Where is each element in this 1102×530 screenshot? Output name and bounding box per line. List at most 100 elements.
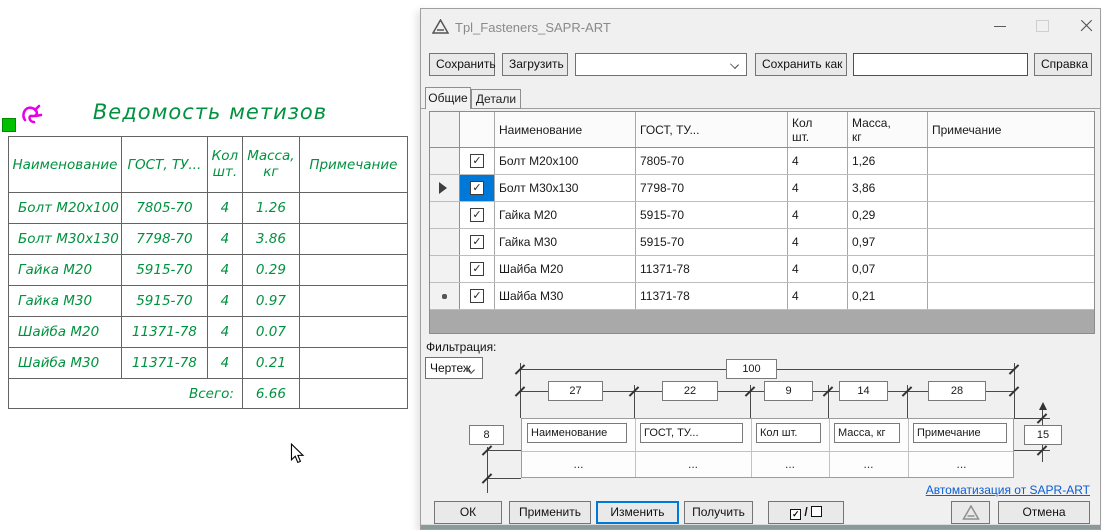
get-button[interactable]: Получить: [684, 501, 753, 524]
row-height-input[interactable]: 8: [469, 425, 504, 445]
checkbox-checked-icon[interactable]: ✓: [470, 181, 484, 195]
col-width-input-2[interactable]: 22: [662, 381, 718, 401]
cell-mass[interactable]: 3,86: [848, 175, 928, 201]
cell-gost[interactable]: 7798-70: [636, 175, 788, 201]
checkbox-checked-icon[interactable]: ✓: [470, 208, 484, 222]
help-button[interactable]: Справка: [1034, 53, 1092, 76]
cell-name[interactable]: Гайка М20: [495, 202, 636, 228]
cell-qty[interactable]: 4: [788, 256, 848, 282]
row-checkbox-cell[interactable]: ✓: [460, 229, 495, 255]
cell-qty[interactable]: 4: [788, 175, 848, 201]
grid-header-mass[interactable]: Масса,кг: [848, 112, 928, 147]
cell-note[interactable]: [928, 148, 1096, 174]
cell-gost[interactable]: 5915-70: [636, 229, 788, 255]
table-row[interactable]: ✓ Гайка М30 5915-70 4 0,97: [430, 229, 1094, 256]
cell-mass[interactable]: 0,07: [848, 256, 928, 282]
row-checkbox-cell[interactable]: ✓: [460, 283, 495, 309]
cell-qty[interactable]: 4: [788, 283, 848, 309]
row-checkbox-cell[interactable]: ✓: [460, 148, 495, 174]
header-height-input[interactable]: 15: [1024, 425, 1062, 445]
cell-mass[interactable]: 0,29: [848, 202, 928, 228]
row-header[interactable]: [430, 148, 460, 174]
col-width-input-4[interactable]: 14: [839, 381, 888, 401]
cell-mass[interactable]: 0,21: [848, 283, 928, 309]
cad-grip-handle[interactable]: [2, 118, 16, 132]
table-row[interactable]: ✓ Гайка М20 5915-70 4 0,29: [430, 202, 1094, 229]
cell-note[interactable]: [928, 283, 1096, 309]
cell-gost[interactable]: 7805-70: [636, 148, 788, 174]
edit-button[interactable]: Изменить: [596, 501, 679, 524]
col-width-input-1[interactable]: 27: [548, 381, 603, 401]
cancel-button[interactable]: Отмена: [998, 501, 1090, 524]
checkbox-checked-icon[interactable]: ✓: [470, 154, 484, 168]
sapr-logo-button[interactable]: [951, 501, 990, 524]
fasteners-grid[interactable]: Наименование ГОСТ, ТУ... Колшт. Масса,кг…: [429, 111, 1095, 334]
checkbox-checked-icon[interactable]: ✓: [470, 289, 484, 303]
save-as-button[interactable]: Сохранить как: [755, 53, 847, 76]
table-row[interactable]: ✓ Болт М20х100 7805-70 4 1,26: [430, 148, 1094, 175]
cell-name[interactable]: Болт М30х130: [495, 175, 636, 201]
cell-note[interactable]: [928, 202, 1096, 228]
new-row-marker-icon: [442, 294, 447, 299]
cell-gost[interactable]: 11371-78: [636, 256, 788, 282]
tab-general[interactable]: Общие: [425, 87, 471, 109]
tab-details[interactable]: Детали: [471, 89, 521, 109]
row-checkbox-cell[interactable]: ✓: [460, 202, 495, 228]
row-header[interactable]: [430, 229, 460, 255]
grid-header-gost[interactable]: ГОСТ, ТУ...: [636, 112, 788, 147]
checkbox-checked-icon[interactable]: ✓: [470, 235, 484, 249]
cell-mass[interactable]: 1,26: [848, 148, 928, 174]
grid-header-note[interactable]: Примечание: [928, 112, 1096, 147]
apply-button[interactable]: Применить: [509, 501, 591, 524]
cell-gost[interactable]: 5915-70: [636, 202, 788, 228]
cell-name[interactable]: Гайка М30: [495, 229, 636, 255]
template-name-input[interactable]: [853, 53, 1028, 76]
row-header-current[interactable]: [430, 175, 460, 201]
row-checkbox-cell[interactable]: ✓: [460, 256, 495, 282]
preview-col-name-input[interactable]: Наименование: [527, 423, 627, 443]
cell-qty[interactable]: 4: [788, 148, 848, 174]
triangle-logo-icon: [962, 505, 980, 521]
table-row[interactable]: ✓ Шайба М30 11371-78 4 0,21: [430, 283, 1094, 310]
cad-canvas[interactable]: Ведомость метизов Наименование ГОСТ, ТУ.…: [0, 0, 420, 530]
grid-header-qty[interactable]: Колшт.: [788, 112, 848, 147]
cell-note[interactable]: [928, 229, 1096, 255]
save-button[interactable]: Сохранить: [429, 53, 495, 76]
cell-qty[interactable]: 4: [788, 229, 848, 255]
cell-qty[interactable]: 4: [788, 202, 848, 228]
checkbox-checked-icon[interactable]: ✓: [470, 262, 484, 276]
load-button[interactable]: Загрузить: [502, 53, 568, 76]
preview-col-gost-input[interactable]: ГОСТ, ТУ...: [640, 423, 743, 443]
row-checkbox-cell-selected[interactable]: ✓: [460, 175, 495, 201]
maximize-button[interactable]: [1025, 9, 1059, 41]
cell-gost[interactable]: 11371-78: [636, 283, 788, 309]
cell-mass[interactable]: 0,97: [848, 229, 928, 255]
template-combobox[interactable]: [575, 53, 747, 76]
table-row-selected[interactable]: ✓ Болт М30х130 7798-70 4 3,86: [430, 175, 1094, 202]
cell-name[interactable]: Шайба М20: [495, 256, 636, 282]
cad-anchor-icon: [19, 102, 45, 130]
preview-col-mass-input[interactable]: Масса, кг: [834, 423, 900, 443]
cell-note[interactable]: [928, 256, 1096, 282]
table-row[interactable]: ✓ Шайба М20 11371-78 4 0,07: [430, 256, 1094, 283]
col-width-input-5[interactable]: 28: [928, 381, 986, 401]
filter-combobox[interactable]: Чертеж: [425, 357, 483, 379]
check-all-toggle-button[interactable]: ✓/: [768, 501, 844, 524]
grid-header-name[interactable]: Наименование: [495, 112, 636, 147]
row-header-new[interactable]: [430, 283, 460, 309]
row-header[interactable]: [430, 256, 460, 282]
close-button[interactable]: [1069, 9, 1102, 41]
col-width-input-3[interactable]: 9: [764, 381, 813, 401]
preview-col-note-input[interactable]: Примечание: [913, 423, 1007, 443]
minimize-button[interactable]: [983, 9, 1017, 41]
cad-header-qty: Колшт.: [207, 137, 242, 193]
ok-button[interactable]: ОК: [434, 501, 502, 524]
cell-name[interactable]: Шайба М30: [495, 283, 636, 309]
cell-note[interactable]: [928, 175, 1096, 201]
total-width-input[interactable]: 100: [726, 359, 777, 379]
preview-col-qty-input[interactable]: Кол шт.: [756, 423, 821, 443]
cell-name[interactable]: Болт М20х100: [495, 148, 636, 174]
sapr-art-link[interactable]: Автоматизация от SAPR-ART: [926, 483, 1090, 497]
row-header[interactable]: [430, 202, 460, 228]
dialog-title-bar[interactable]: Tpl_Fasteners_SAPR-ART: [421, 9, 1100, 45]
